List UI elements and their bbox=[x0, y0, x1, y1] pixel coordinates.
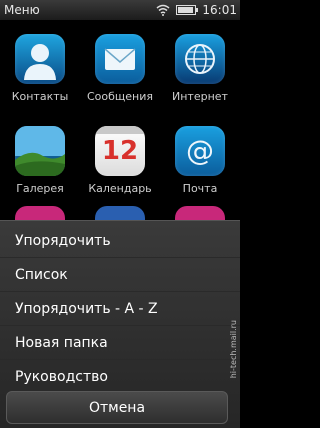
status-title: Меню bbox=[4, 3, 40, 17]
calendar-icon: 12 bbox=[95, 126, 145, 176]
partial-app-icon bbox=[175, 206, 225, 220]
app-web[interactable]: Интернет bbox=[160, 22, 240, 122]
watermark: hi-tech.mail.ru bbox=[229, 320, 238, 379]
cancel-button[interactable]: Отмена bbox=[6, 391, 228, 424]
menu-item-new-folder[interactable]: Новая папка bbox=[0, 326, 240, 360]
app-gallery[interactable]: Галерея bbox=[0, 114, 80, 214]
partial-app-icon bbox=[95, 206, 145, 220]
app-contacts[interactable]: Контакты bbox=[0, 22, 80, 122]
menu-item-list[interactable]: Список bbox=[0, 258, 240, 292]
app-label: Интернет bbox=[172, 90, 228, 103]
app-label: Галерея bbox=[16, 182, 64, 195]
app-label: Почта bbox=[182, 182, 218, 195]
messages-icon bbox=[95, 34, 145, 84]
gallery-icon bbox=[15, 126, 65, 176]
status-bar: Меню 16:01 bbox=[0, 0, 240, 20]
contacts-icon bbox=[15, 34, 65, 84]
menu-item-arrange[interactable]: Упорядочить bbox=[0, 224, 240, 258]
battery-icon bbox=[176, 5, 199, 15]
status-time: 16:01 bbox=[202, 3, 237, 17]
menu-item-guide[interactable]: Руководство bbox=[0, 360, 240, 394]
web-icon bbox=[175, 34, 225, 84]
app-label: Контакты bbox=[11, 90, 69, 103]
mail-icon: @ bbox=[175, 126, 225, 176]
menu-item-sort-az[interactable]: Упорядочить - A - Z bbox=[0, 292, 240, 326]
calendar-binding bbox=[95, 126, 145, 134]
options-menu: Упорядочить Список Упорядочить - A - Z Н… bbox=[0, 220, 240, 428]
app-label: Сообщения bbox=[86, 90, 153, 103]
wifi-icon bbox=[156, 4, 170, 16]
partial-app-icon bbox=[15, 206, 65, 220]
app-mail[interactable]: @ Почта bbox=[160, 114, 240, 214]
app-messages[interactable]: Сообщения bbox=[80, 22, 160, 122]
calendar-day: 12 bbox=[101, 136, 139, 166]
app-label: Календарь bbox=[88, 182, 152, 195]
svg-text:@: @ bbox=[186, 134, 214, 167]
app-calendar[interactable]: 12 Календарь bbox=[80, 114, 160, 214]
